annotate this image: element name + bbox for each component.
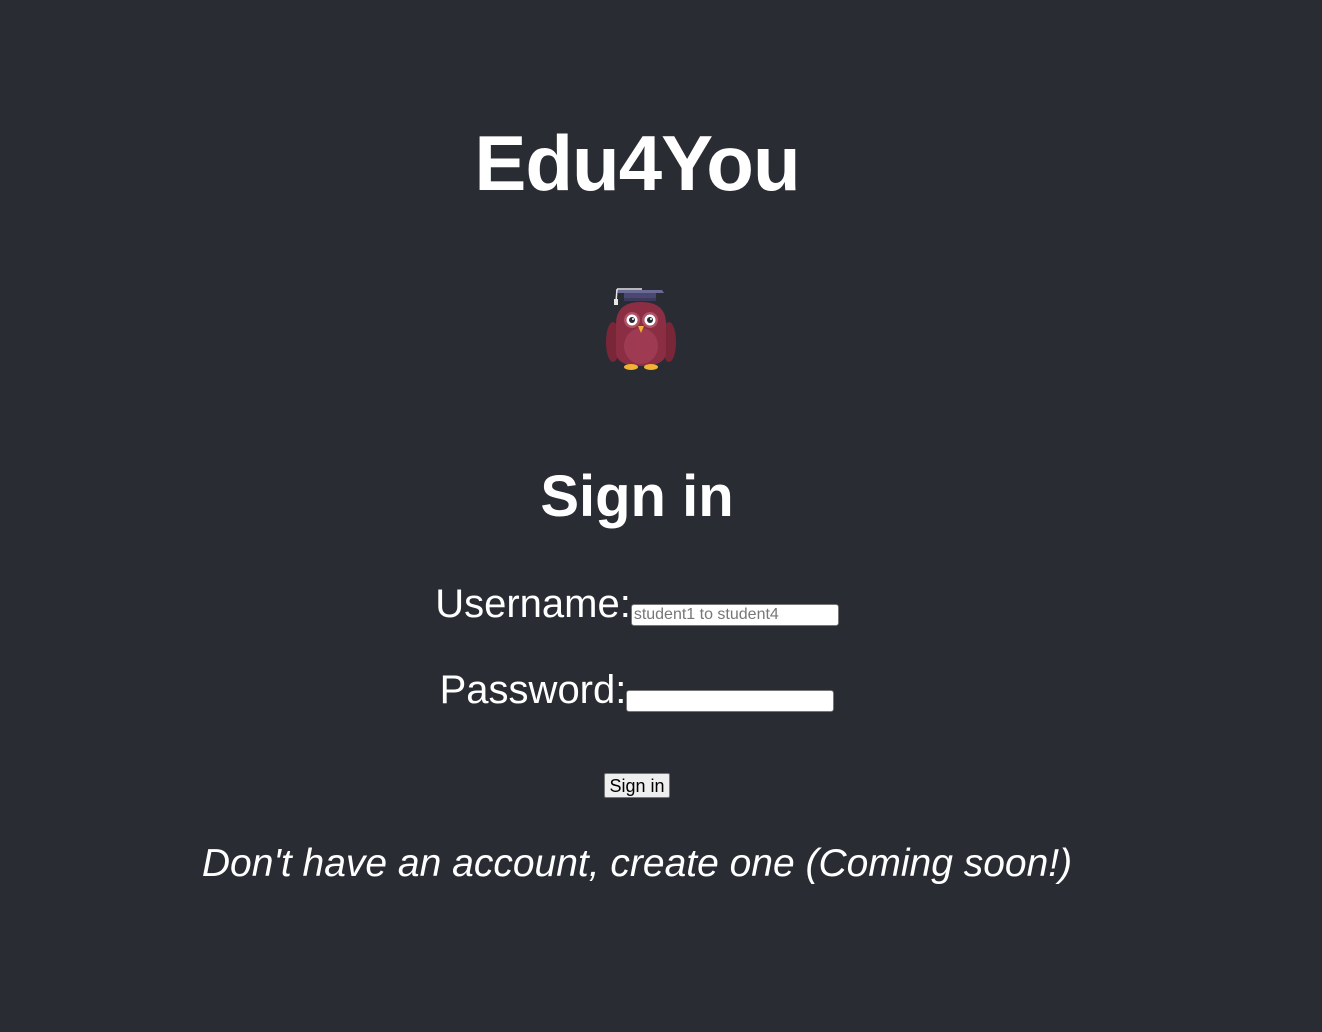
password-input[interactable]	[624, 688, 837, 714]
username-row: Username:	[0, 580, 1274, 628]
create-account-note: Don't have an account, create one (Comin…	[201, 842, 1073, 885]
password-row: Password:	[0, 666, 1274, 714]
password-label: Password:	[439, 668, 627, 712]
username-input[interactable]	[628, 602, 841, 628]
signin-button[interactable]: Sign in	[604, 773, 670, 798]
username-label: Username:	[435, 582, 631, 626]
signin-heading: Sign in	[540, 464, 734, 529]
owl-graduate-icon	[606, 288, 676, 370]
app-title: Edu4You	[474, 119, 800, 207]
login-page: Edu4You Sign in Username: student1 to st…	[0, 0, 1322, 1032]
